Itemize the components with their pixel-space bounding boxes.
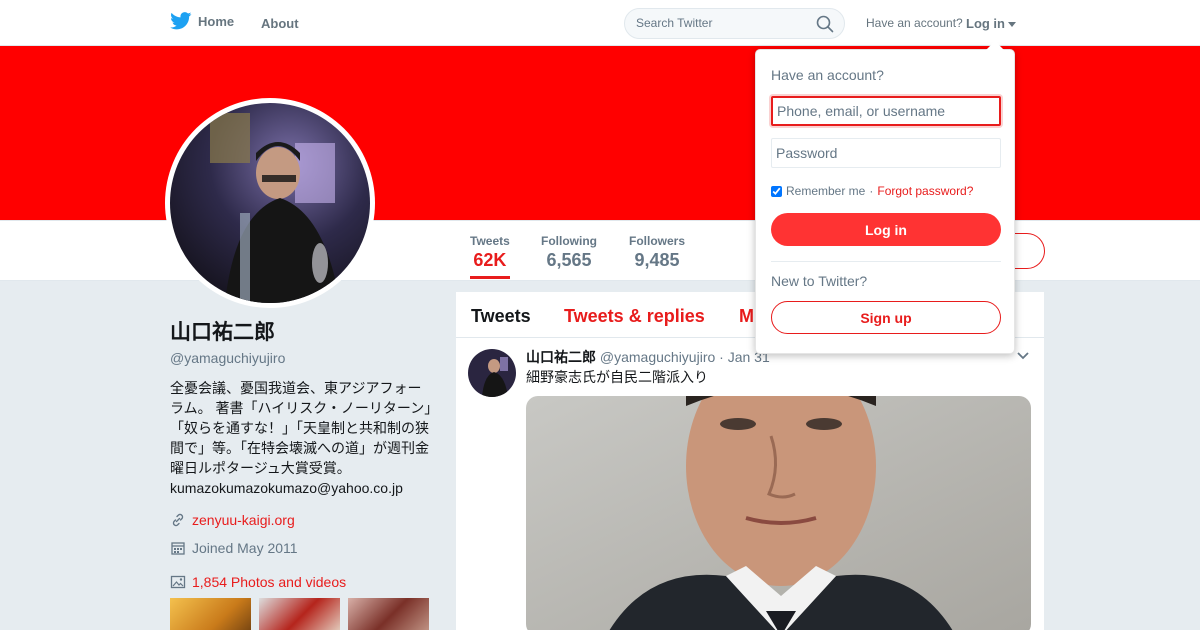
profile-sidebar: 山口祐二郎 @yamaguchiyujiro 全憂会議、憂国我道会、東アジアフォ… — [170, 316, 432, 630]
remember-me-label[interactable]: Remember me — [786, 184, 865, 198]
stat-following-label: Following — [541, 234, 597, 248]
link-icon — [172, 513, 184, 527]
caret-down-icon — [1008, 21, 1016, 27]
image-icon — [170, 575, 186, 589]
nav-home-link[interactable]: Home — [170, 12, 234, 30]
media-thumbnail[interactable] — [348, 598, 429, 630]
twitter-bird-icon — [170, 12, 192, 30]
search-input[interactable] — [636, 16, 811, 30]
remember-me-row: Remember me · Forgot password? — [771, 184, 973, 198]
search-icon[interactable] — [816, 15, 834, 33]
profile-bio: 全憂会議、憂国我道会、東アジアフォーラム。 著書「ハイリスク・ノーリターン」「奴… — [170, 380, 432, 496]
profile-handle[interactable]: @yamaguchiyujiro — [170, 350, 432, 366]
stat-followers-value: 9,485 — [634, 250, 680, 270]
tweet-author-name[interactable]: 山口祐二郎 — [526, 349, 596, 365]
calendar-icon — [171, 542, 185, 555]
login-dropdown: Have an account? Remember me · Forgot pa… — [755, 41, 1015, 354]
profile-website-link[interactable]: zenyuu-kaigi.org — [192, 512, 295, 528]
photos-videos-row: 1,854 Photos and videos — [170, 574, 432, 590]
tab-tweets[interactable]: Tweets — [471, 306, 531, 327]
profile-name[interactable]: 山口祐二郎 — [170, 316, 432, 346]
profile-joined-date: Joined May 2011 — [192, 540, 298, 556]
remember-separator: · — [869, 184, 874, 198]
stat-tweets-label: Tweets — [470, 234, 510, 248]
username-field[interactable] — [771, 96, 1001, 126]
stat-tweets-value: 62K — [473, 250, 507, 270]
top-navigation-bar: Home About Have an account? Log in — [0, 0, 1200, 46]
have-account-text: Have an account? — [866, 16, 963, 30]
signup-button[interactable]: Sign up — [771, 301, 1001, 334]
login-button[interactable]: Log in — [771, 213, 1001, 246]
tweet-avatar[interactable] — [468, 349, 516, 397]
photos-videos-link[interactable]: 1,854 Photos and videos — [192, 574, 346, 590]
tweet-photo[interactable] — [526, 396, 1031, 630]
dropdown-divider — [771, 261, 1001, 262]
remember-me-checkbox[interactable] — [771, 185, 782, 197]
tweet-text: 細野豪志氏が自民二階派入り — [526, 369, 708, 385]
tweet-header: 山口祐二郎 @yamaguchiyujiro · Jan 31 — [526, 347, 770, 367]
profile-joined-row: Joined May 2011 — [170, 540, 432, 556]
stat-followers-label: Followers — [629, 234, 686, 248]
tab-media[interactable]: M — [739, 306, 754, 327]
profile-avatar[interactable] — [165, 98, 375, 308]
profile-website-row: zenyuu-kaigi.org — [170, 512, 432, 528]
chevron-down-icon[interactable] — [1016, 351, 1030, 361]
stat-followers[interactable]: Followers 9,485 — [629, 234, 685, 271]
stat-following-value: 6,565 — [546, 250, 592, 270]
search-box[interactable] — [624, 8, 845, 39]
dropdown-title: Have an account? — [771, 67, 884, 83]
stat-tweets[interactable]: Tweets 62K — [470, 234, 510, 279]
stat-following[interactable]: Following 6,565 — [541, 234, 597, 271]
tweet-author-handle[interactable]: @yamaguchiyujiro — [600, 349, 715, 365]
new-to-twitter-text: New to Twitter? — [771, 273, 868, 289]
avatar-photo — [170, 103, 370, 303]
tab-tweets-replies[interactable]: Tweets & replies — [564, 306, 705, 327]
password-field[interactable] — [771, 138, 1001, 168]
forgot-password-link[interactable]: Forgot password? — [877, 184, 973, 198]
nav-about-link[interactable]: About — [261, 16, 299, 31]
login-toggle-label: Log in — [966, 16, 1005, 31]
media-thumbnails — [170, 598, 432, 630]
login-dropdown-toggle[interactable]: Log in — [966, 16, 1016, 31]
media-thumbnail[interactable] — [259, 598, 340, 630]
nav-home-label: Home — [198, 13, 235, 29]
tweet[interactable]: 山口祐二郎 @yamaguchiyujiro · Jan 31 細野豪志氏が自民… — [456, 339, 1044, 630]
media-thumbnail[interactable] — [170, 598, 251, 630]
